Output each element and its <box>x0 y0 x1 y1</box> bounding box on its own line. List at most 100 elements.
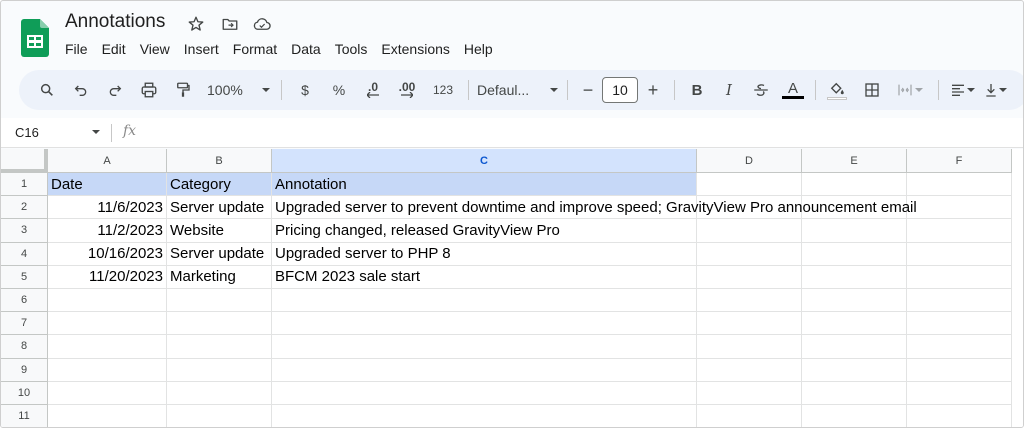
cell-f8[interactable] <box>907 335 1012 359</box>
cell-a7[interactable] <box>48 312 167 336</box>
cell-d10[interactable] <box>697 381 802 405</box>
cell-e8[interactable] <box>802 335 907 359</box>
text-color-button[interactable]: A <box>777 76 809 104</box>
cell-c7[interactable] <box>272 312 697 336</box>
cell-b8[interactable] <box>167 335 272 359</box>
cell-e6[interactable] <box>802 289 907 313</box>
cell-b4[interactable]: Server update <box>167 242 272 266</box>
cell-b9[interactable] <box>167 358 272 382</box>
cell-f3[interactable] <box>907 219 1012 243</box>
cell-b1[interactable]: Category <box>167 173 272 197</box>
cloud-saved-icon[interactable] <box>251 13 273 35</box>
cell-c1[interactable]: Annotation <box>272 173 697 197</box>
format-percent-button[interactable]: % <box>322 76 356 104</box>
cell-a10[interactable] <box>48 381 167 405</box>
cell-c9[interactable] <box>272 358 697 382</box>
menu-data[interactable]: Data <box>285 39 327 59</box>
menu-extensions[interactable]: Extensions <box>375 39 455 59</box>
chevron-down-icon[interactable] <box>91 127 101 137</box>
row-header-10[interactable]: 10 <box>1 381 48 405</box>
cell-f6[interactable] <box>907 289 1012 313</box>
column-header-b[interactable]: B <box>167 149 272 173</box>
star-icon[interactable] <box>185 13 207 35</box>
cell-b2[interactable]: Server update <box>167 196 272 220</box>
cell-f11[interactable] <box>907 405 1012 427</box>
cell-e1[interactable] <box>802 173 907 197</box>
borders-icon[interactable] <box>856 76 888 104</box>
font-family-select[interactable]: Defaul... <box>475 76 561 104</box>
menu-view[interactable]: View <box>134 39 176 59</box>
cell-d11[interactable] <box>697 405 802 427</box>
row-header-5[interactable]: 5 <box>1 265 48 289</box>
cell-c11[interactable] <box>272 405 697 427</box>
menu-insert[interactable]: Insert <box>178 39 225 59</box>
menu-tools[interactable]: Tools <box>329 39 374 59</box>
row-header-4[interactable]: 4 <box>1 242 48 266</box>
name-box[interactable]: C16 <box>15 125 39 140</box>
cell-f2[interactable] <box>907 196 1012 220</box>
select-all-corner[interactable] <box>1 149 48 173</box>
cell-e3[interactable] <box>802 219 907 243</box>
cell-c5[interactable]: BFCM 2023 sale start <box>272 265 697 289</box>
cell-f7[interactable] <box>907 312 1012 336</box>
cell-a5[interactable]: 11/20/2023 <box>48 265 167 289</box>
cell-a11[interactable] <box>48 405 167 427</box>
cell-a2[interactable]: 11/6/2023 <box>48 196 167 220</box>
cell-e2[interactable] <box>802 196 907 220</box>
font-size-input[interactable]: 10 <box>602 77 638 103</box>
cell-c4[interactable]: Upgraded server to PHP 8 <box>272 242 697 266</box>
cell-a4[interactable]: 10/16/2023 <box>48 242 167 266</box>
cell-d4[interactable] <box>697 242 802 266</box>
cell-b6[interactable] <box>167 289 272 313</box>
cell-c10[interactable] <box>272 381 697 405</box>
cell-f5[interactable] <box>907 265 1012 289</box>
merge-cells-icon[interactable] <box>888 76 932 104</box>
cell-c3[interactable]: Pricing changed, released GravityView Pr… <box>272 219 697 243</box>
cell-d9[interactable] <box>697 358 802 382</box>
cell-b10[interactable] <box>167 381 272 405</box>
strikethrough-icon[interactable] <box>745 76 777 104</box>
cell-c8[interactable] <box>272 335 697 359</box>
cell-b7[interactable] <box>167 312 272 336</box>
paint-format-icon[interactable] <box>169 76 197 104</box>
cell-e7[interactable] <box>802 312 907 336</box>
cell-a8[interactable] <box>48 335 167 359</box>
column-header-f[interactable]: F <box>907 149 1012 173</box>
cell-e5[interactable] <box>802 265 907 289</box>
menu-file[interactable]: File <box>59 39 94 59</box>
italic-button[interactable]: I <box>713 76 745 104</box>
column-header-e[interactable]: E <box>802 149 907 173</box>
increase-decimal-button[interactable]: .00 <box>390 76 424 104</box>
column-header-c[interactable]: C <box>272 149 697 173</box>
more-formats-button[interactable]: 123 <box>424 76 462 104</box>
row-header-2[interactable]: 2 <box>1 196 48 220</box>
fill-color-icon[interactable] <box>822 76 852 104</box>
search-menus-icon[interactable] <box>33 76 61 104</box>
row-header-7[interactable]: 7 <box>1 312 48 336</box>
increase-font-size-button[interactable]: + <box>638 76 668 104</box>
row-header-6[interactable]: 6 <box>1 289 48 313</box>
cell-d5[interactable] <box>697 265 802 289</box>
cell-f9[interactable] <box>907 358 1012 382</box>
row-header-9[interactable]: 9 <box>1 358 48 382</box>
decrease-decimal-button[interactable]: .0 <box>356 76 390 104</box>
cell-f10[interactable] <box>907 381 1012 405</box>
row-header-8[interactable]: 8 <box>1 335 48 359</box>
format-currency-button[interactable]: $ <box>288 76 322 104</box>
cell-d3[interactable] <box>697 219 802 243</box>
redo-icon[interactable] <box>101 76 129 104</box>
cell-c2[interactable]: Upgraded server to prevent downtime and … <box>272 196 917 220</box>
print-icon[interactable] <box>135 76 163 104</box>
row-header-3[interactable]: 3 <box>1 219 48 243</box>
cell-d2[interactable] <box>697 196 802 220</box>
decrease-font-size-button[interactable]: − <box>574 76 602 104</box>
row-header-1[interactable]: 1 <box>1 173 48 197</box>
cell-b3[interactable]: Website <box>167 219 272 243</box>
cell-d1[interactable] <box>697 173 802 197</box>
cell-e4[interactable] <box>802 242 907 266</box>
menu-help[interactable]: Help <box>458 39 499 59</box>
cell-b5[interactable]: Marketing <box>167 265 272 289</box>
cell-a3[interactable]: 11/2/2023 <box>48 219 167 243</box>
vertical-align-icon[interactable] <box>981 76 1011 104</box>
cell-e9[interactable] <box>802 358 907 382</box>
